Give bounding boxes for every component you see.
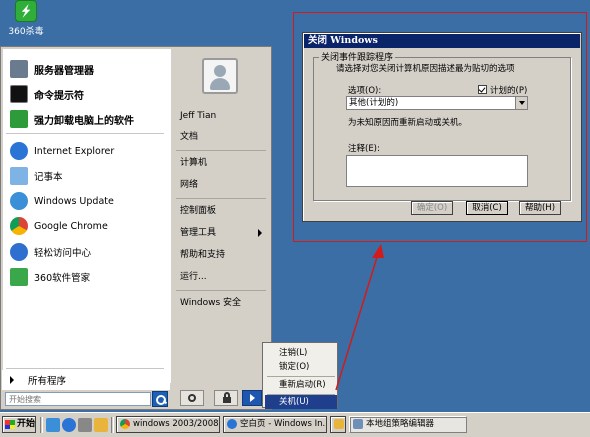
submenu-separator [267,376,335,377]
menu-item-command-prompt[interactable]: 命令提示符 [2,83,170,105]
lock-icon [223,392,231,403]
dialog-titlebar[interactable]: 关闭 Windows [304,34,580,48]
all-programs-item[interactable]: 所有程序 [2,370,170,390]
command-prompt-icon [10,85,28,103]
places-item-help[interactable]: 帮助和支持 [176,246,268,264]
ease-of-access-icon [10,243,28,261]
comment-textarea[interactable] [346,155,528,187]
internet-explorer-icon [227,419,237,429]
windows-update-icon [10,192,28,210]
arrow-right-icon [10,376,14,384]
menu-item-google-chrome[interactable]: Google Chrome [2,215,170,237]
places-item-documents[interactable]: 文档 [176,128,268,146]
taskbar-window-ie[interactable]: 空白页 - Windows In... [223,416,327,433]
notepad-icon [10,167,28,185]
360-antivirus-icon [15,0,37,22]
submenu-restart[interactable]: 重新启动(R) [265,378,337,392]
google-chrome-icon [10,217,28,235]
internet-explorer-icon [10,142,28,160]
power-icon [188,394,196,402]
chevron-down-icon [515,97,527,109]
server-manager-icon [10,60,28,78]
option-description: 为未知原因而重新启动或关机。 [348,118,468,128]
start-search-row [2,390,170,408]
search-icon[interactable] [152,391,168,407]
desktop-icon-label: 360杀毒 [8,27,44,37]
server-manager-icon[interactable] [78,418,92,432]
help-button[interactable]: 帮助(H) [519,201,561,215]
internet-explorer-icon[interactable] [62,418,76,432]
lock-button[interactable] [214,390,238,406]
explorer-icon[interactable] [94,418,108,432]
cancel-button[interactable]: 取消(C) [466,201,508,215]
places-item-windows-security[interactable]: Windows 安全 [176,294,268,312]
places-item-computer[interactable]: 计算机 [176,154,268,172]
menu-item-360-software-manager[interactable]: 360软件管家 [2,266,170,288]
taskbar: 开始 windows 2003/2008 ... 空白页 - Windows I… [0,412,590,437]
explorer-icon [334,419,344,429]
menu-item-uninstaller[interactable]: 强力卸载电脑上的软件 [2,108,170,130]
start-menu-separator [6,368,164,369]
arrow-right-icon [258,229,262,237]
windows-logo-icon [5,420,15,429]
places-item-control-panel[interactable]: 控制面板 [176,202,268,220]
arrow-right-icon [250,394,255,402]
toolbar-grip [40,417,43,433]
places-item-network[interactable]: 网络 [176,176,268,194]
planned-label: 计划的(P) [490,86,528,96]
places-item-admin-tools[interactable]: 管理工具 [176,224,268,242]
toolbar-grip [111,417,114,433]
taskbar-window-chrome[interactable]: windows 2003/2008 ... [116,416,220,433]
dialog-prompt: 请选择对您关闭计算机原因描述最为贴切的选项 [336,64,515,74]
places-separator [176,150,266,151]
submenu-shutdown[interactable]: 关机(U) [265,395,337,409]
desktop-icon-360-antivirus[interactable]: 360杀毒 [6,0,46,37]
power-controls [172,388,272,408]
option-label: 选项(O): [348,86,382,96]
start-button[interactable]: 开始 [2,416,36,433]
places-item-run[interactable]: 运行... [176,268,268,286]
start-menu-separator [6,133,164,134]
taskbar-window-explorer[interactable] [330,416,346,433]
submenu-logoff[interactable]: 注销(L) [265,346,337,360]
comment-label: 注释(E): [348,144,380,154]
submenu-lock[interactable]: 锁定(O) [265,360,337,374]
menu-item-notepad[interactable]: 记事本 [2,165,170,187]
ok-button[interactable]: 确定(O) [411,201,453,215]
menu-item-windows-update[interactable]: Windows Update [2,190,170,212]
user-avatar[interactable] [202,58,238,94]
power-submenu: 注销(L) 锁定(O) 重新启动(R) 关机(U) [262,342,338,409]
group-policy-icon [353,419,363,429]
show-desktop-icon[interactable] [46,418,60,432]
360-software-manager-icon [10,268,28,286]
start-search-input[interactable] [5,392,151,406]
option-select[interactable]: 其他(计划的) [346,96,528,110]
planned-checkbox[interactable] [478,85,487,94]
places-item-user[interactable]: Jeff Tian [176,107,268,125]
taskbar-window-group-policy[interactable]: 本地组策略编辑器 [349,416,467,433]
menu-item-ease-of-access[interactable]: 轻松访问中心 [2,241,170,263]
power-options-button[interactable] [242,390,262,406]
google-chrome-icon [120,419,130,429]
places-separator [176,290,266,291]
menu-item-server-manager[interactable]: 服务器管理器 [2,58,170,80]
uninstaller-icon [10,110,28,128]
power-button[interactable] [180,390,204,406]
places-separator [176,198,266,199]
menu-item-internet-explorer[interactable]: Internet Explorer [2,140,170,162]
desktop: 360杀毒 服务器管理器 命令提示符 强力卸载电脑上的软件 Internet E… [0,0,590,437]
